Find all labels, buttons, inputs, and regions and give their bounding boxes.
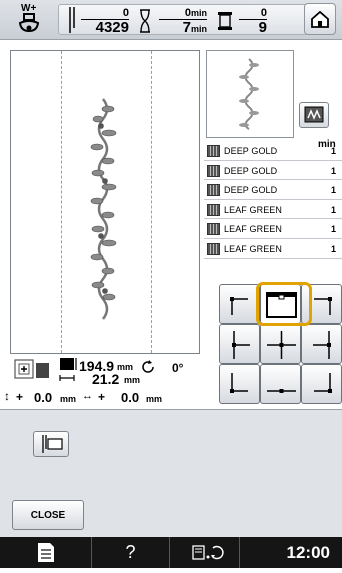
document-icon bbox=[38, 543, 54, 562]
color-minutes: 1 bbox=[330, 146, 336, 156]
help-icon: ? bbox=[125, 542, 136, 562]
color-minutes: 1 bbox=[330, 165, 336, 176]
horizontal-offset-sign: + bbox=[98, 390, 106, 404]
color-name: LEAF GREEN bbox=[224, 224, 283, 235]
thread-spool-icon bbox=[207, 184, 220, 197]
thread-spool-icon bbox=[207, 203, 220, 216]
colors-total: 9 bbox=[258, 19, 267, 36]
edge-right-icon bbox=[313, 331, 331, 359]
vertical-offset-unit: mm bbox=[60, 394, 77, 404]
start-position-bottom-left[interactable] bbox=[219, 364, 260, 404]
needle-position-icon bbox=[42, 435, 63, 453]
color-sequence-list[interactable]: DEEP GOLD 1 DEEP GOLD 1 DEEP GOLD 1 LEAF… bbox=[204, 141, 342, 259]
corner-bottom-left-icon bbox=[230, 373, 248, 393]
vertical-offset-value: 0.0 bbox=[34, 390, 53, 405]
stitch-total: 4329 bbox=[95, 19, 129, 36]
document-button[interactable] bbox=[0, 537, 92, 568]
help-button[interactable]: ? bbox=[92, 537, 170, 568]
edge-bottom-icon bbox=[267, 389, 296, 393]
corner-bottom-right-icon bbox=[314, 373, 332, 393]
time-unit-top: min bbox=[190, 8, 207, 18]
size-height-unit: mm bbox=[124, 375, 141, 385]
thread-spool-icon bbox=[207, 145, 220, 157]
close-button-label: CLOSE bbox=[30, 510, 66, 521]
center-cross-icon bbox=[267, 331, 296, 359]
color-list-item[interactable]: LEAF GREEN 1 bbox=[204, 219, 342, 239]
embroidery-pattern bbox=[90, 98, 117, 320]
presser-foot-label: W+ bbox=[21, 3, 37, 14]
wireless-icon bbox=[192, 545, 224, 560]
horizontal-offset-unit: mm bbox=[146, 394, 163, 404]
edge-left-icon bbox=[232, 331, 250, 359]
needle-position-button[interactable] bbox=[33, 431, 69, 457]
color-name: LEAF GREEN bbox=[224, 243, 283, 254]
start-position-bottom-right[interactable] bbox=[301, 364, 342, 404]
horizontal-offset-icon: ↔ bbox=[82, 390, 93, 402]
stitch-counter-panel: 0 4329 0min 7min 0 9 bbox=[58, 4, 308, 37]
color-list-item[interactable]: DEEP GOLD 1 bbox=[204, 180, 342, 200]
thread-spool-icon bbox=[207, 223, 220, 236]
needle-icon bbox=[69, 7, 75, 33]
lower-panel: CLOSE bbox=[0, 409, 342, 537]
color-name: DEEP GOLD bbox=[224, 146, 278, 156]
pattern-thumbnail-image bbox=[239, 58, 259, 130]
thread-view-button[interactable] bbox=[299, 102, 329, 128]
home-icon bbox=[311, 10, 329, 28]
color-list-item[interactable]: LEAF GREEN 1 bbox=[204, 239, 342, 259]
color-name: LEAF GREEN bbox=[224, 204, 283, 215]
start-position-top-left[interactable] bbox=[219, 284, 260, 324]
color-list-item[interactable]: LEAF GREEN 1 bbox=[204, 200, 342, 220]
presser-foot-button[interactable]: W+ bbox=[12, 3, 46, 38]
start-position-middle-left[interactable] bbox=[219, 324, 260, 364]
selected-position-highlight bbox=[256, 282, 312, 326]
color-name: DEEP GOLD bbox=[224, 165, 278, 176]
horizontal-offset-value: 0.0 bbox=[121, 390, 140, 405]
size-height: 21.2 bbox=[92, 371, 120, 387]
thread-spool-icon bbox=[218, 12, 232, 30]
color-name: DEEP GOLD bbox=[224, 185, 278, 196]
color-list-item[interactable]: DEEP GOLD 1 bbox=[204, 141, 342, 161]
top-bar: W+ 0 4329 0min 7min 0 9 bbox=[0, 0, 342, 40]
corner-top-left-icon bbox=[230, 297, 248, 315]
thread-view-icon bbox=[304, 106, 324, 123]
close-button[interactable]: CLOSE bbox=[12, 500, 84, 530]
color-count: 0 9 bbox=[239, 7, 267, 36]
status-bar: ? 12:00 bbox=[0, 537, 342, 568]
pattern-thumbnail bbox=[206, 50, 294, 138]
vertical-offset-sign: + bbox=[16, 390, 24, 404]
size-width-unit: mm bbox=[117, 362, 134, 372]
color-minutes: 1 bbox=[330, 224, 336, 235]
thread-spool-icon bbox=[207, 164, 220, 177]
thread-spool-icon bbox=[207, 242, 220, 255]
wireless-status bbox=[170, 537, 240, 568]
color-minutes: 1 bbox=[330, 204, 336, 215]
time-total: 7 bbox=[182, 19, 191, 36]
color-list-item[interactable]: DEEP GOLD 1 bbox=[204, 161, 342, 181]
design-preview-area[interactable] bbox=[10, 50, 200, 354]
start-position-center[interactable] bbox=[260, 324, 301, 364]
clock: 12:00 bbox=[286, 543, 330, 562]
hourglass-icon bbox=[140, 9, 150, 33]
time-unit-bottom: min bbox=[190, 24, 207, 34]
frame-size-icon bbox=[14, 359, 49, 379]
start-position-middle-right[interactable] bbox=[301, 324, 342, 364]
pattern-info: 194.9 mm 21.2 mm 0° ↕ + 0.0 mm ↔ + 0.0 m… bbox=[0, 356, 220, 408]
stitch-count: 0 4329 bbox=[81, 7, 129, 36]
home-button[interactable] bbox=[304, 3, 336, 35]
color-minutes: 1 bbox=[330, 185, 336, 196]
vertical-offset-icon: ↕ bbox=[4, 389, 10, 403]
start-position-bottom-center[interactable] bbox=[260, 364, 301, 404]
pattern-size-icon bbox=[59, 358, 77, 381]
embroidery-edit-screen: W+ 0 4329 0min 7min 0 9 min DEEP GOLD 1 … bbox=[0, 0, 342, 568]
rotation-angle: 0° bbox=[172, 361, 184, 375]
rotate-icon bbox=[142, 360, 154, 373]
time-count: 0min 7min bbox=[159, 7, 207, 37]
color-minutes: 1 bbox=[330, 243, 336, 254]
